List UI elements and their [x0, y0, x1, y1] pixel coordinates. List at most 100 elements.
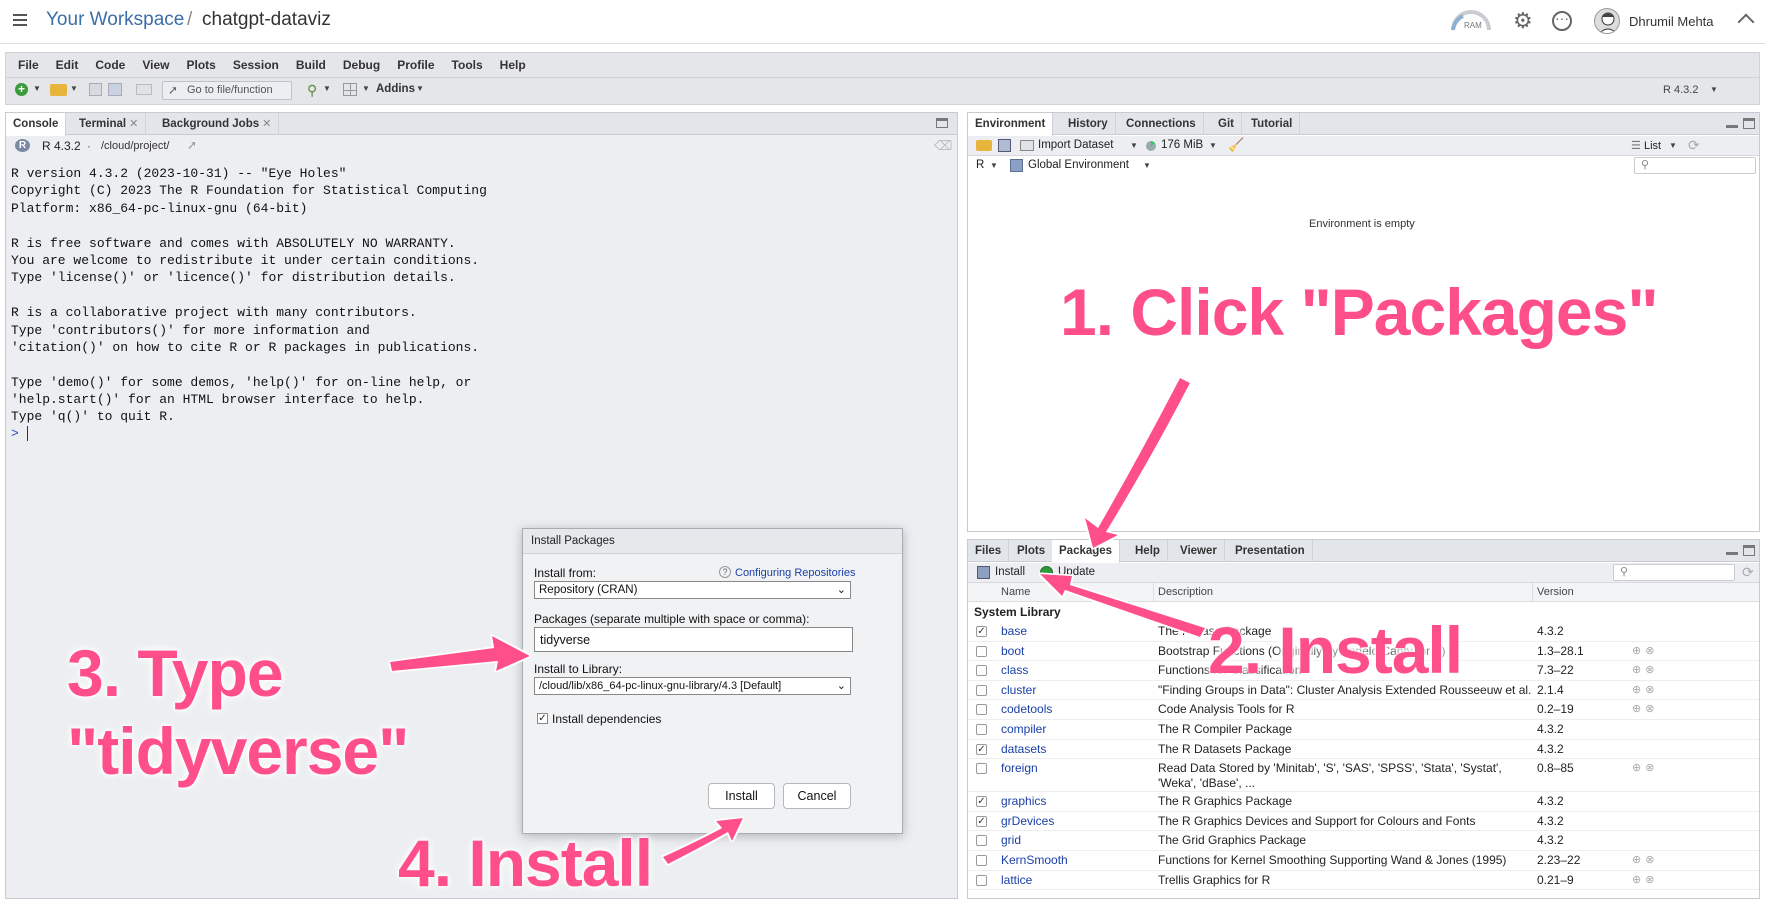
package-name-link[interactable]: cluster: [1001, 683, 1036, 697]
tab-terminal[interactable]: Terminal ✕: [72, 113, 147, 135]
packages-input[interactable]: tidyverse: [534, 627, 853, 652]
save-workspace-icon[interactable]: [998, 139, 1011, 152]
view-mode-selector[interactable]: List: [1644, 140, 1661, 152]
refresh-icon[interactable]: ⟳: [1742, 564, 1754, 581]
collapse-chevron-icon[interactable]: [1737, 13, 1755, 31]
tab-console[interactable]: Console: [6, 113, 67, 136]
package-name-link[interactable]: datasets: [1001, 742, 1046, 756]
remove-package-icon[interactable]: ⊗: [1645, 762, 1658, 774]
remove-package-icon[interactable]: ⊗: [1645, 874, 1658, 886]
package-load-checkbox[interactable]: ✓: [976, 626, 987, 637]
dropdown-arrow-icon[interactable]: ▼: [1209, 141, 1217, 150]
package-name-link[interactable]: lattice: [1001, 873, 1032, 887]
package-load-checkbox[interactable]: ✓: [976, 743, 987, 755]
open-folder-icon[interactable]: [50, 84, 67, 96]
column-version-header[interactable]: Version: [1537, 586, 1574, 598]
close-icon[interactable]: ✕: [129, 118, 138, 130]
package-name-link[interactable]: grid: [1001, 833, 1021, 847]
package-website-icon[interactable]: ⊕: [1632, 664, 1645, 676]
env-search-input[interactable]: ⚲: [1634, 157, 1756, 174]
menu-edit[interactable]: Edit: [56, 58, 79, 72]
dropdown-arrow-icon[interactable]: ▼: [1710, 85, 1718, 94]
tab-files[interactable]: Files: [968, 540, 1010, 562]
dropdown-arrow-icon[interactable]: ▼: [70, 84, 78, 93]
clear-console-icon[interactable]: ⌫: [934, 138, 952, 154]
new-file-icon[interactable]: +: [15, 83, 28, 96]
dialog-titlebar[interactable]: Install Packages: [523, 529, 902, 554]
install-dependencies-label[interactable]: Install dependencies: [552, 712, 661, 726]
remove-package-icon[interactable]: ⊗: [1645, 645, 1658, 657]
update-packages-button[interactable]: Update: [1058, 566, 1095, 578]
git-icon[interactable]: ⚲: [307, 82, 317, 99]
package-name-link[interactable]: boot: [1001, 644, 1024, 658]
minimize-pane-icon[interactable]: [1726, 125, 1738, 128]
maximize-pane-icon[interactable]: [936, 118, 948, 128]
install-packages-button[interactable]: Install: [995, 566, 1025, 578]
package-load-checkbox[interactable]: [976, 724, 987, 735]
install-library-select[interactable]: /cloud/lib/x86_64-pc-linux-gnu-library/4…: [534, 677, 851, 695]
dialog-install-button[interactable]: Install: [708, 783, 775, 809]
install-package-icon[interactable]: [977, 566, 990, 579]
user-name[interactable]: Dhrumil Mehta: [1629, 14, 1714, 29]
tab-presentation[interactable]: Presentation: [1228, 540, 1313, 562]
package-name-link[interactable]: compiler: [1001, 722, 1046, 736]
maximize-pane-icon[interactable]: [1743, 118, 1755, 129]
package-load-checkbox[interactable]: ✓: [976, 796, 987, 808]
menu-build[interactable]: Build: [296, 58, 326, 72]
package-website-icon[interactable]: ⊕: [1632, 703, 1645, 715]
goto-dir-icon[interactable]: ➚: [187, 138, 197, 152]
ram-gauge-icon[interactable]: RAM: [1449, 10, 1493, 32]
save-icon[interactable]: [89, 83, 102, 96]
menu-session[interactable]: Session: [233, 58, 279, 72]
menu-tools[interactable]: Tools: [452, 58, 483, 72]
dropdown-arrow-icon[interactable]: ▼: [1143, 161, 1151, 170]
tab-connections[interactable]: Connections: [1119, 113, 1204, 135]
package-load-checkbox[interactable]: [976, 704, 987, 716]
language-selector[interactable]: R: [976, 159, 984, 171]
load-workspace-icon[interactable]: [976, 140, 992, 151]
column-name-header[interactable]: Name: [1001, 586, 1030, 598]
package-name-link[interactable]: foreign: [1001, 761, 1038, 775]
scope-selector[interactable]: Global Environment: [1028, 159, 1129, 171]
menu-plots[interactable]: Plots: [186, 58, 215, 72]
remove-package-icon[interactable]: ⊗: [1645, 854, 1658, 866]
package-name-link[interactable]: graphics: [1001, 794, 1046, 808]
package-load-checkbox[interactable]: [976, 855, 987, 866]
console-prompt-line[interactable]: >: [11, 425, 931, 443]
package-name-link[interactable]: codetools: [1001, 702, 1052, 716]
menu-help[interactable]: Help: [500, 58, 526, 72]
package-load-checkbox[interactable]: [976, 835, 987, 847]
menu-view[interactable]: View: [142, 58, 169, 72]
remove-package-icon[interactable]: ⊗: [1645, 684, 1658, 696]
remove-package-icon[interactable]: ⊗: [1645, 703, 1658, 715]
install-dependencies-checkbox[interactable]: ✓: [537, 713, 548, 724]
package-name-link[interactable]: grDevices: [1001, 814, 1054, 828]
remove-package-icon[interactable]: ⊗: [1645, 664, 1658, 676]
package-website-icon[interactable]: ⊕: [1632, 874, 1645, 886]
dropdown-arrow-icon[interactable]: ▼: [33, 84, 41, 93]
r-version-selector[interactable]: R 4.3.2: [1663, 84, 1698, 96]
package-load-checkbox[interactable]: [976, 763, 987, 775]
column-description-header[interactable]: Description: [1158, 586, 1213, 598]
grid-layout-icon[interactable]: [343, 83, 357, 96]
package-website-icon[interactable]: ⊕: [1632, 684, 1645, 696]
more-options-icon[interactable]: ···: [1552, 11, 1572, 31]
close-icon[interactable]: ✕: [262, 118, 271, 130]
package-load-checkbox[interactable]: [976, 665, 987, 677]
dropdown-arrow-icon[interactable]: ▼: [1669, 141, 1677, 150]
avatar[interactable]: [1594, 8, 1620, 34]
package-name-link[interactable]: base: [1001, 624, 1027, 638]
dropdown-arrow-icon[interactable]: ▼: [362, 84, 370, 93]
menu-debug[interactable]: Debug: [343, 58, 380, 72]
menu-profile[interactable]: Profile: [397, 58, 434, 72]
print-icon[interactable]: [136, 84, 152, 95]
package-load-checkbox[interactable]: [976, 684, 987, 696]
dropdown-arrow-icon[interactable]: ▼: [323, 84, 331, 93]
package-name-link[interactable]: class: [1001, 663, 1028, 677]
workspace-link[interactable]: Your Workspace: [46, 9, 184, 31]
import-dataset-button[interactable]: Import Dataset: [1038, 139, 1113, 151]
memory-usage[interactable]: 176 MiB: [1161, 139, 1203, 151]
install-from-select[interactable]: Repository (CRAN) ⌄: [534, 581, 851, 599]
dropdown-arrow-icon[interactable]: ▼: [1130, 141, 1138, 150]
package-load-checkbox[interactable]: [976, 874, 987, 886]
